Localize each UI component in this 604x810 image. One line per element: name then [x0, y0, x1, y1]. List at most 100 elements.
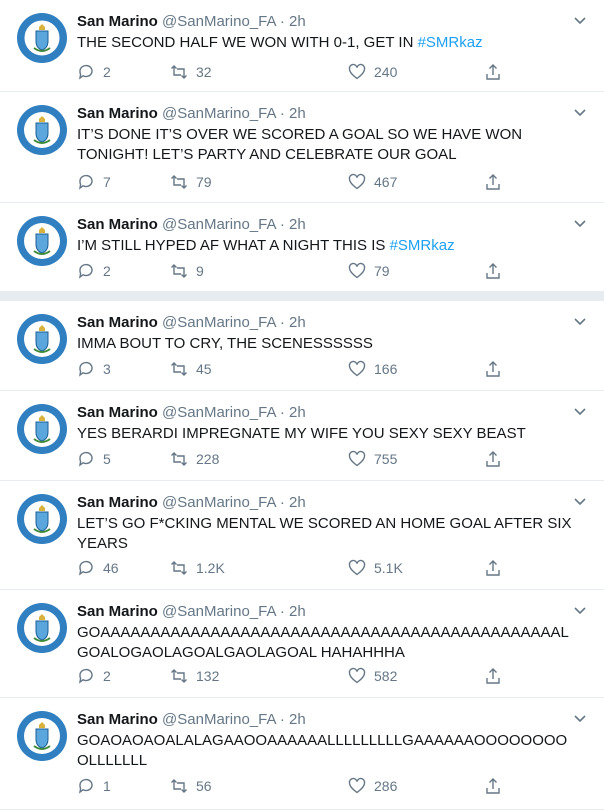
like-button[interactable]: 582	[348, 666, 397, 686]
account-name[interactable]: San Marino	[77, 13, 158, 30]
share-icon	[486, 174, 500, 190]
avatar-crest-icon[interactable]	[16, 602, 68, 654]
reply-button[interactable]: 2	[77, 261, 111, 281]
retweet-button[interactable]: 32	[170, 62, 212, 82]
reply-button[interactable]: 2	[77, 666, 111, 686]
chevron-down-icon[interactable]	[572, 215, 588, 231]
tweet[interactable]: San Marino @SanMarino_FA · 2h GOAOAOAOAL…	[0, 698, 604, 810]
retweet-button[interactable]: 56	[170, 776, 212, 796]
reply-button[interactable]: 46	[77, 558, 119, 578]
chevron-down-icon[interactable]	[572, 104, 588, 120]
like-button[interactable]: 5.1K	[348, 558, 403, 578]
retweet-button[interactable]: 9	[170, 261, 204, 281]
account-handle[interactable]: @SanMarino_FA	[162, 494, 276, 511]
reply-button[interactable]: 3	[77, 359, 111, 379]
share-button[interactable]	[484, 261, 510, 281]
chevron-down-icon[interactable]	[572, 493, 588, 509]
avatar-crest-icon[interactable]	[16, 493, 68, 545]
account-name[interactable]: San Marino	[77, 314, 158, 331]
like-button[interactable]: 755	[348, 449, 397, 469]
tweet-time[interactable]: 2h	[289, 711, 306, 728]
heart-icon	[348, 667, 366, 684]
share-button[interactable]	[484, 776, 510, 796]
share-button[interactable]	[484, 449, 510, 469]
reply-button[interactable]: 7	[77, 172, 111, 192]
tweet[interactable]: San Marino @SanMarino_FA · 2h IT’S DONE …	[0, 92, 604, 203]
retweet-button[interactable]: 228	[170, 449, 219, 469]
reply-button[interactable]: 2	[77, 62, 111, 82]
avatar-crest-icon[interactable]	[16, 12, 68, 64]
account-handle[interactable]: @SanMarino_FA	[162, 711, 276, 728]
retweet-button[interactable]: 45	[170, 359, 212, 379]
account-name[interactable]: San Marino	[77, 494, 158, 511]
tweet[interactable]: San Marino @SanMarino_FA · 2h GOAAAAAAAA…	[0, 590, 604, 698]
like-count: 582	[374, 668, 398, 684]
share-button[interactable]	[484, 558, 510, 578]
tweet-time[interactable]: 2h	[289, 603, 306, 620]
tweet-time[interactable]: 2h	[289, 105, 306, 122]
tweet-actions: 7 79 467	[77, 172, 507, 192]
tweet-text-body: YES BERARDI IMPREGNATE MY WIFE YOU SEXY …	[77, 425, 526, 442]
tweet[interactable]: San Marino @SanMarino_FA · 2h YES BERARD…	[0, 391, 604, 481]
account-handle[interactable]: @SanMarino_FA	[162, 314, 276, 331]
like-button[interactable]: 286	[348, 776, 397, 796]
reply-button[interactable]: 1	[77, 776, 111, 796]
avatar-crest-icon[interactable]	[16, 104, 68, 156]
avatar-crest-icon[interactable]	[16, 403, 68, 455]
time-separator: ·	[279, 105, 285, 122]
time-separator: ·	[279, 603, 285, 620]
share-icon	[486, 778, 500, 794]
tweet-text: IMMA BOUT TO CRY, THE SCENESSSSSS	[77, 334, 582, 354]
avatar-crest-icon[interactable]	[16, 710, 68, 762]
hashtag-link[interactable]: #SMRkaz	[390, 237, 455, 254]
account-handle[interactable]: @SanMarino_FA	[162, 404, 276, 421]
share-button[interactable]	[484, 172, 510, 192]
tweet-text-body: I’M STILL HYPED AF WHAT A NIGHT THIS IS	[77, 237, 390, 254]
account-name[interactable]: San Marino	[77, 404, 158, 421]
share-button[interactable]	[484, 666, 510, 686]
avatar-crest-icon[interactable]	[16, 313, 68, 365]
tweet-text: GOAOAOAOALALAGAAOOAAAAAALLLLLLLLLGAAAAAA…	[77, 731, 582, 771]
tweet-time[interactable]: 2h	[289, 494, 306, 511]
tweet-time[interactable]: 2h	[289, 404, 306, 421]
tweet-actions: 2 132 582	[77, 666, 507, 686]
account-name[interactable]: San Marino	[77, 105, 158, 122]
reply-count: 5	[103, 451, 111, 467]
tweet-time[interactable]: 2h	[289, 216, 306, 233]
share-button[interactable]	[484, 62, 510, 82]
tweet[interactable]: San Marino @SanMarino_FA · 2h I’M STILL …	[0, 203, 604, 292]
like-button[interactable]: 166	[348, 359, 397, 379]
avatar-crest-icon[interactable]	[16, 215, 68, 267]
retweet-button[interactable]: 1.2K	[170, 558, 225, 578]
like-count: 755	[374, 451, 398, 467]
tweet[interactable]: San Marino @SanMarino_FA · 2h IMMA BOUT …	[0, 301, 604, 391]
tweet-header: San Marino @SanMarino_FA · 2h	[77, 493, 306, 513]
account-handle[interactable]: @SanMarino_FA	[162, 603, 276, 620]
tweet-time[interactable]: 2h	[289, 13, 306, 30]
chevron-down-icon[interactable]	[572, 710, 588, 726]
tweet-time[interactable]: 2h	[289, 314, 306, 331]
retweet-button[interactable]: 132	[170, 666, 219, 686]
chevron-down-icon[interactable]	[572, 403, 588, 419]
chevron-down-icon[interactable]	[572, 12, 588, 28]
share-button[interactable]	[484, 359, 510, 379]
account-name[interactable]: San Marino	[77, 216, 158, 233]
account-name[interactable]: San Marino	[77, 711, 158, 728]
account-handle[interactable]: @SanMarino_FA	[162, 13, 276, 30]
reply-button[interactable]: 5	[77, 449, 111, 469]
chevron-down-icon[interactable]	[572, 313, 588, 329]
like-button[interactable]: 240	[348, 62, 397, 82]
tweet[interactable]: San Marino @SanMarino_FA · 2h LET’S GO F…	[0, 481, 604, 590]
account-handle[interactable]: @SanMarino_FA	[162, 216, 276, 233]
chevron-down-icon[interactable]	[572, 602, 588, 618]
tweet-text-body: IT’S DONE IT’S OVER WE SCORED A GOAL SO …	[77, 126, 523, 163]
like-button[interactable]: 467	[348, 172, 397, 192]
account-name[interactable]: San Marino	[77, 603, 158, 620]
account-handle[interactable]: @SanMarino_FA	[162, 105, 276, 122]
tweet[interactable]: San Marino @SanMarino_FA · 2h THE SECOND…	[0, 0, 604, 92]
like-button[interactable]: 79	[348, 261, 390, 281]
retweet-button[interactable]: 79	[170, 172, 212, 192]
hashtag-link[interactable]: #SMRkaz	[418, 34, 483, 51]
tweet-text: GOAAAAAAAAAAAAAAAAAAAAAAAAAAAAAAAAAAAAAA…	[77, 623, 582, 663]
like-count: 467	[374, 174, 398, 190]
